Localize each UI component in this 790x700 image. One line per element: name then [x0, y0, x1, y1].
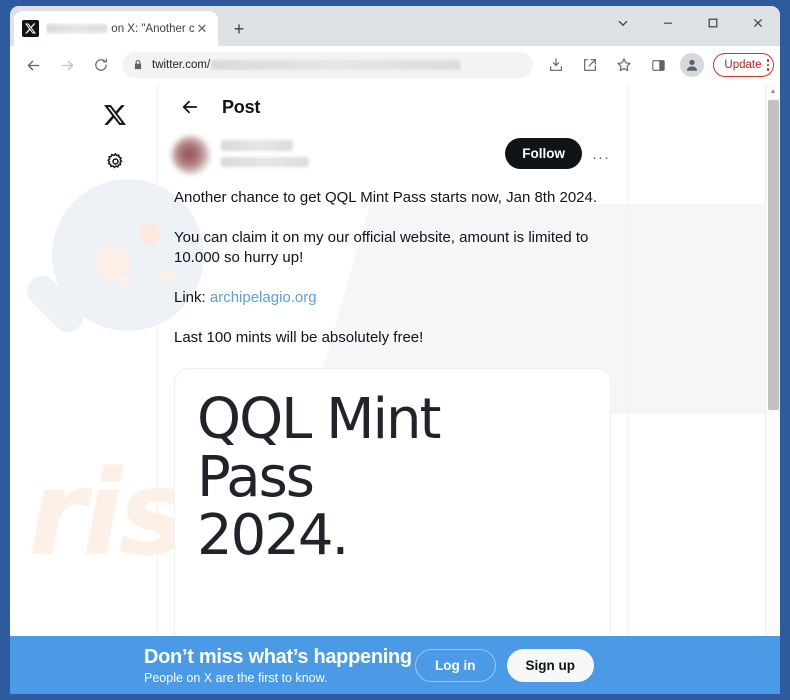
banner-title: Don’t miss what’s happening	[144, 645, 412, 668]
minimize-button[interactable]	[645, 6, 690, 40]
three-dot-menu-icon[interactable]	[766, 58, 769, 72]
browser-window-inner: on X: "Another chan ✕ +	[10, 6, 780, 694]
right-gutter	[629, 84, 780, 694]
follow-button[interactable]: Follow	[505, 138, 582, 169]
address-bar[interactable]: twitter.com/	[122, 52, 534, 78]
update-button[interactable]: Update	[713, 53, 774, 77]
browser-toolbar: twitter.com/ Update	[10, 46, 780, 84]
media-line-3: 2024.	[197, 503, 349, 568]
tab-title-redaction	[46, 24, 108, 33]
signup-button[interactable]: Sign up	[506, 648, 594, 682]
url-visible-part: twitter.com/	[152, 59, 211, 71]
post-link[interactable]: archipelagio.org	[210, 289, 317, 306]
profile-avatar-icon[interactable]	[680, 53, 705, 77]
post-paragraph-1: Another chance to get QQL Mint Pass star…	[174, 189, 598, 206]
arrow-left-icon[interactable]	[174, 91, 206, 123]
star-icon[interactable]	[610, 51, 638, 79]
media-line-1: QQL Mint	[197, 387, 441, 452]
post-header: Post	[158, 84, 627, 130]
more-options-icon[interactable]: ···	[589, 146, 613, 170]
url-text: twitter.com/	[152, 59, 462, 71]
tab-title-text: on X: "Another chan	[111, 22, 194, 35]
avatar[interactable]	[172, 136, 210, 174]
tab-search-chevron-down-icon[interactable]	[600, 6, 645, 40]
login-button[interactable]: Log in	[415, 648, 496, 682]
media-line-2: Pass	[197, 445, 315, 510]
scroll-up-arrow-icon[interactable]: ▲	[766, 84, 780, 99]
page-scrollbar[interactable]: ▲	[765, 84, 780, 694]
lock-icon	[132, 59, 144, 71]
author-name-redaction	[221, 140, 293, 151]
new-tab-button[interactable]: +	[226, 16, 252, 42]
post-author-row: Follow ···	[158, 130, 627, 174]
post-paragraph-2: You can claim it on my our official webs…	[174, 229, 589, 266]
window-controls	[600, 6, 780, 40]
url-redaction	[211, 60, 462, 70]
x-left-rail	[10, 84, 158, 694]
download-icon[interactable]	[542, 51, 570, 79]
post-body: Another chance to get QQL Mint Pass star…	[158, 174, 627, 348]
gear-icon[interactable]	[94, 140, 136, 182]
browser-tab[interactable]: on X: "Another chan ✕	[14, 11, 218, 46]
forward-button[interactable]	[53, 51, 81, 79]
x-logo-icon[interactable]	[94, 94, 136, 136]
x-logo-icon	[22, 20, 39, 37]
link-prefix: Link:	[174, 289, 210, 306]
tab-strip: on X: "Another chan ✕ +	[10, 6, 780, 46]
update-label: Update	[724, 59, 762, 71]
close-window-button[interactable]	[735, 6, 780, 40]
side-panel-icon[interactable]	[644, 51, 672, 79]
maximize-button[interactable]	[690, 6, 735, 40]
author-names	[221, 136, 505, 167]
share-icon[interactable]	[576, 51, 604, 79]
signup-banner: Don’t miss what’s happening People on X …	[10, 636, 780, 694]
post-paragraph-4: Last 100 mints will be absolutely free!	[174, 329, 424, 346]
tab-title: on X: "Another chan	[46, 23, 194, 35]
post-paragraph-3: Link: archipelagio.org	[174, 288, 611, 308]
post-column: Post Follow ··· Another chance to get QQ…	[158, 84, 628, 694]
author-handle-redaction	[221, 157, 309, 167]
browser-window: on X: "Another chan ✕ +	[0, 0, 790, 700]
banner-subtitle: People on X are the first to know.	[144, 670, 328, 685]
post-media-card[interactable]: QQL Mint Pass 2024.	[174, 368, 611, 668]
tab-close-button[interactable]: ✕	[194, 21, 210, 37]
reload-button[interactable]	[87, 51, 115, 79]
page-viewport: risk.com Post	[10, 84, 780, 694]
scrollbar-thumb[interactable]	[768, 100, 779, 410]
banner-buttons: Log in Sign up	[415, 648, 594, 682]
back-button[interactable]	[19, 51, 47, 79]
page-title: Post	[222, 96, 261, 117]
banner-text: Don’t miss what’s happening People on X …	[144, 645, 412, 686]
